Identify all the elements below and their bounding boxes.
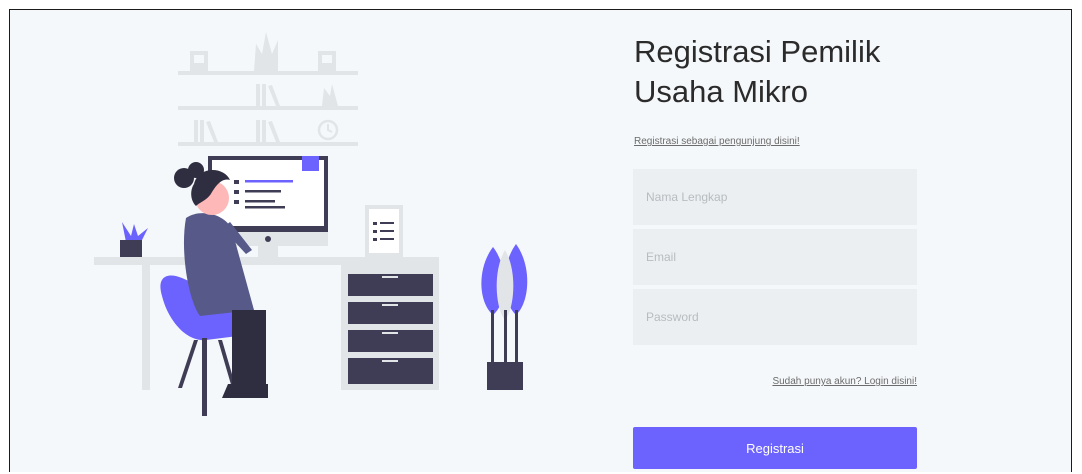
full-name-field[interactable] <box>633 169 917 225</box>
visitor-registration-link[interactable]: Registrasi sebagai pengunjung disini! <box>634 136 800 147</box>
desk-illustration <box>94 257 439 390</box>
register-button[interactable]: Registrasi <box>633 427 917 469</box>
bookshelf-illustration <box>178 32 358 146</box>
password-field[interactable] <box>633 289 917 345</box>
page-title-line-2: Usaha Mikro <box>634 74 808 109</box>
woman-at-desk-illustration <box>94 32 528 416</box>
email-field[interactable] <box>633 229 917 285</box>
clipboard-illustration <box>365 205 403 257</box>
page-title: Registrasi Pemilik Usaha Mikro <box>634 32 974 112</box>
floor-plant-illustration <box>481 244 528 390</box>
desk-plant-illustration <box>120 222 148 257</box>
login-link[interactable]: Sudah punya akun? Login disini! <box>754 376 917 387</box>
registration-page: Registrasi Pemilik Usaha Mikro Registras… <box>9 9 1072 472</box>
page-title-line-1: Registrasi Pemilik <box>634 34 881 69</box>
